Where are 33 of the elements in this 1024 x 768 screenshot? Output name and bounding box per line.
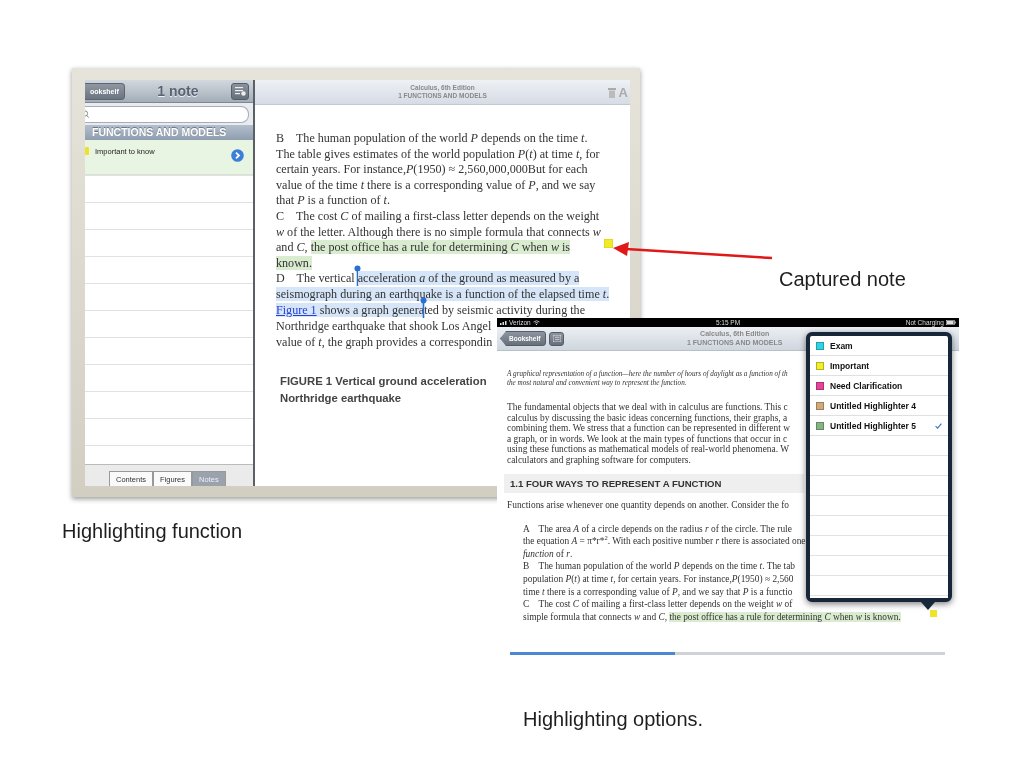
search-field[interactable] (85, 105, 249, 123)
highlighter-option[interactable]: Important (810, 356, 948, 376)
paragraph: C The cost C of mailing a first-class letter depends on the weight w of the letter. Although there is no simple formula that connects w and C, the post office has a rule for determining C when w is known. (276, 208, 601, 272)
contents-button[interactable] (549, 331, 565, 346)
figure-caption: FIGURE 1 Vertical ground acceleration Northridge earthquake (280, 374, 487, 407)
paragraph: C The cost C of mailing a first-class letter depends on the weight w of simple formula that connects w and C, the post office has a rule for determining C when w is known. (523, 598, 901, 624)
paragraph: The fundamental objects that we deal with in calculus are functions. This c calculus by discussing the basic ideas concerning functions, their graphs, a combining them. We stress that a function can be represented in different w a graph, or in words. We look at the main types of functions that occur in c using these functions as mathematical models of real-world phenomena. W calculators and graphing software for computers. (507, 402, 790, 466)
highlighter-option[interactable]: Untitled Highlighter 5 (810, 416, 948, 436)
highlighter-option[interactable]: Need Clarification (810, 376, 948, 396)
paragraph: Functions arise whenever one quantity depends on another. Consider the fo (507, 498, 789, 511)
slide-caption: Captured note (779, 268, 906, 290)
paragraph: B The human population of the world P depends on the time t. The table gives estimates of the world population P(t) at time t, for certain years. For instance,P(1950) ≈ 2,560,000,000But for each value of the time t there is a corresponding value of P, and we say that P is a function of t. (276, 131, 600, 209)
battery-icon (946, 320, 956, 325)
note-marker-icon (85, 147, 89, 155)
paragraph: A The area A of a circle depends on the radius r of the circle. The rule the equation A = π*r*$^{2}$. With each positive number r there is associated one function of r. (523, 522, 806, 561)
list-icon (234, 86, 246, 96)
note-marker-icon[interactable] (930, 610, 937, 617)
search-icon (85, 110, 89, 118)
highlighter-option[interactable]: Exam (810, 336, 948, 356)
page-slider[interactable] (510, 652, 945, 655)
signal-icon (500, 320, 507, 325)
checkmark-icon (935, 422, 942, 429)
notes-count-title: 1 note (157, 83, 199, 99)
slide-caption: Highlighting function (62, 520, 243, 542)
note-options-button[interactable] (231, 82, 249, 100)
slide-caption: Highlighting options. (523, 708, 704, 730)
list-icon (552, 335, 561, 342)
figure-link[interactable]: Figure 1 (276, 302, 317, 317)
wifi-icon (532, 320, 540, 325)
section-header: FUNCTIONS AND MODELS (85, 125, 253, 140)
section-heading: 1.1 FOUR WAYS TO REPRESENT A FUNCTION (504, 473, 804, 493)
disclosure-icon[interactable] (231, 149, 244, 162)
note-marker-icon[interactable] (604, 239, 613, 248)
